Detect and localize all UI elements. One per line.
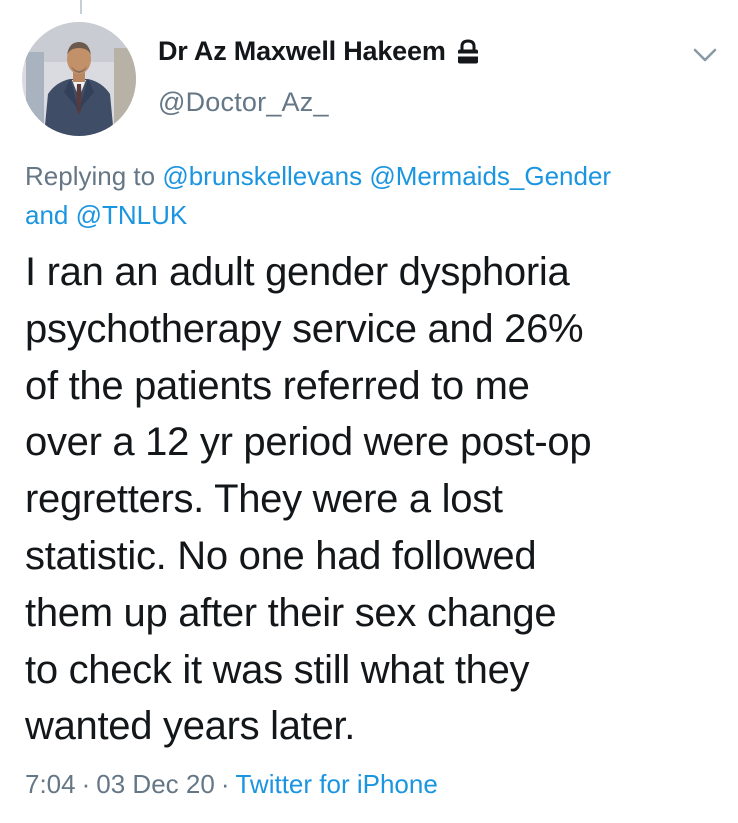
mention-link[interactable]: @brunskellevans [162,161,362,191]
tweet-text-line: I ran an adult gender dysphoria [25,250,570,294]
meta-separator: · [81,769,91,799]
tweet-date[interactable]: 03 Dec 20 [96,769,215,799]
tweet-meta: 7:04 · 03 Dec 20 · Twitter for iPhone [25,769,438,800]
tweet-time[interactable]: 7:04 [25,769,76,799]
thread-connector-line [80,0,82,14]
tweet-text: I ran an adult gender dysphoria psychoth… [25,244,730,755]
chevron-down-icon[interactable] [692,46,718,64]
tweet-text-line: wanted years later. [25,704,356,749]
lock-icon [456,38,480,65]
tweet-text-line: psychotherapy service and 26% [25,306,584,351]
tweet-text-line: statistic. No one had followed [25,533,537,578]
mention-link[interactable]: @Mermaids_Gender [369,161,611,191]
tweet-text-line: over a 12 yr period were post-op [25,420,592,465]
tweet-text-line: of the patients referred to me [25,363,530,408]
mention-conjunction[interactable]: and [25,200,68,230]
mention-link[interactable]: @TNLUK [76,200,188,230]
meta-separator: · [220,769,230,799]
author-handle[interactable]: @Doctor_Az_ [158,87,329,118]
reply-context: Replying to @brunskellevans @Mermaids_Ge… [25,157,725,235]
author-name[interactable]: Dr Az Maxwell Hakeem [158,36,446,67]
tweet-source-link[interactable]: Twitter for iPhone [235,769,437,799]
tweet-text-line: regretters. They were a lost [25,477,503,522]
tweet-text-line: to check it was still what they [25,647,530,692]
avatar[interactable] [22,22,136,136]
tweet-text-line: them up after their sex change [25,590,557,635]
tweet-card: Dr Az Maxwell Hakeem @Doctor_Az_ Replyin… [0,0,738,823]
author-name-row: Dr Az Maxwell Hakeem [158,36,480,67]
replying-prefix: Replying to [25,161,156,191]
